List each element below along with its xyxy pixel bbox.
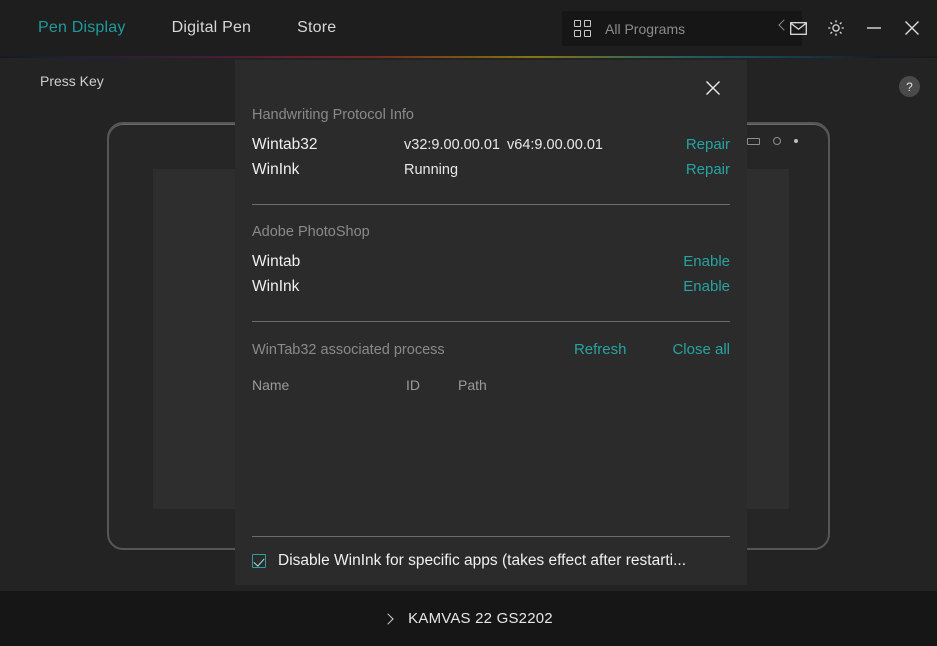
- app-window: Pen Display Digital Pen Store All Progra…: [0, 0, 937, 646]
- enable-winink-button[interactable]: Enable: [683, 278, 730, 295]
- press-key-label: Press Key: [40, 73, 104, 89]
- all-programs-selector[interactable]: All Programs: [562, 11, 802, 46]
- row-name: WinInk: [252, 278, 300, 295]
- column-header-name: Name: [252, 377, 290, 393]
- disable-winink-checkbox-row[interactable]: Disable WinInk for specific apps (takes …: [252, 537, 730, 585]
- main-nav: Pen Display Digital Pen Store: [38, 19, 382, 37]
- handwriting-protocol-section: Handwriting Protocol Info Wintab32 v32:9…: [252, 60, 730, 205]
- tablet-menu-icon: [747, 137, 760, 145]
- all-programs-label: All Programs: [605, 20, 686, 37]
- window-controls: [787, 0, 923, 56]
- nav-tab-digital-pen[interactable]: Digital Pen: [172, 19, 252, 37]
- chevron-right-icon[interactable]: [382, 612, 394, 625]
- gear-icon[interactable]: [825, 17, 847, 39]
- device-selector[interactable]: KAMVAS 22 GS2202: [382, 610, 553, 627]
- table-row: Wintab Enable: [252, 253, 730, 278]
- close-all-button[interactable]: Close all: [672, 341, 730, 358]
- row-value-32: v32:9.00.00.01: [404, 137, 500, 153]
- refresh-button[interactable]: Refresh: [574, 341, 627, 358]
- table-row: WinInk Running Repair: [252, 161, 730, 186]
- wintab32-process-section: WinTab32 associated process Refresh Clos…: [252, 322, 730, 393]
- row-name: WinInk: [252, 161, 300, 178]
- mail-icon[interactable]: [787, 17, 809, 39]
- column-header-path: Path: [458, 377, 487, 393]
- dialog-close-icon[interactable]: [701, 76, 725, 100]
- table-row: WinInk Enable: [252, 278, 730, 303]
- section-title-photoshop: Adobe PhotoShop: [252, 224, 370, 240]
- section-title-handwriting: Handwriting Protocol Info: [252, 107, 414, 123]
- repair-winink-button[interactable]: Repair: [686, 161, 730, 178]
- adobe-photoshop-section: Adobe PhotoShop Wintab Enable WinInk Ena…: [252, 205, 730, 322]
- repair-wintab32-button[interactable]: Repair: [686, 136, 730, 153]
- section-title-process: WinTab32 associated process: [252, 342, 445, 358]
- disable-winink-label: Disable WinInk for specific apps (takes …: [278, 552, 687, 569]
- title-bar: Pen Display Digital Pen Store All Progra…: [0, 0, 937, 56]
- device-name-label: KAMVAS 22 GS2202: [408, 610, 553, 627]
- handwriting-protocol-dialog: Handwriting Protocol Info Wintab32 v32:9…: [235, 60, 747, 585]
- help-icon[interactable]: ?: [899, 76, 920, 97]
- dialog-footer: Disable WinInk for specific apps (takes …: [252, 536, 730, 585]
- row-status: Running: [404, 162, 459, 178]
- row-value-64: v64:9.00.00.01: [507, 137, 603, 153]
- column-header-id: ID: [406, 377, 420, 393]
- enable-wintab-button[interactable]: Enable: [683, 253, 730, 270]
- process-section-header: WinTab32 associated process Refresh Clos…: [252, 322, 730, 358]
- handwriting-rows: Wintab32 v32:9.00.00.01 v64:9.00.00.01 R…: [252, 136, 730, 186]
- tablet-led-indicator: [794, 139, 798, 143]
- dialog-body: Handwriting Protocol Info Wintab32 v32:9…: [235, 60, 747, 393]
- nav-tab-pen-display[interactable]: Pen Display: [38, 19, 126, 37]
- process-table-header: Name ID Path: [252, 377, 730, 393]
- disable-winink-checkbox[interactable]: [252, 554, 266, 568]
- table-row: Wintab32 v32:9.00.00.01 v64:9.00.00.01 R…: [252, 136, 730, 161]
- minimize-icon[interactable]: [863, 17, 885, 39]
- row-name: Wintab32: [252, 136, 318, 153]
- nav-tab-store[interactable]: Store: [297, 19, 336, 37]
- photoshop-rows: Wintab Enable WinInk Enable: [252, 253, 730, 303]
- bottom-bar: KAMVAS 22 GS2202: [0, 591, 937, 646]
- tablet-power-icon: [773, 137, 781, 145]
- tablet-hardware-controls: [747, 137, 798, 145]
- grid-icon: [574, 20, 591, 37]
- row-name: Wintab: [252, 253, 301, 270]
- close-icon[interactable]: [901, 17, 923, 39]
